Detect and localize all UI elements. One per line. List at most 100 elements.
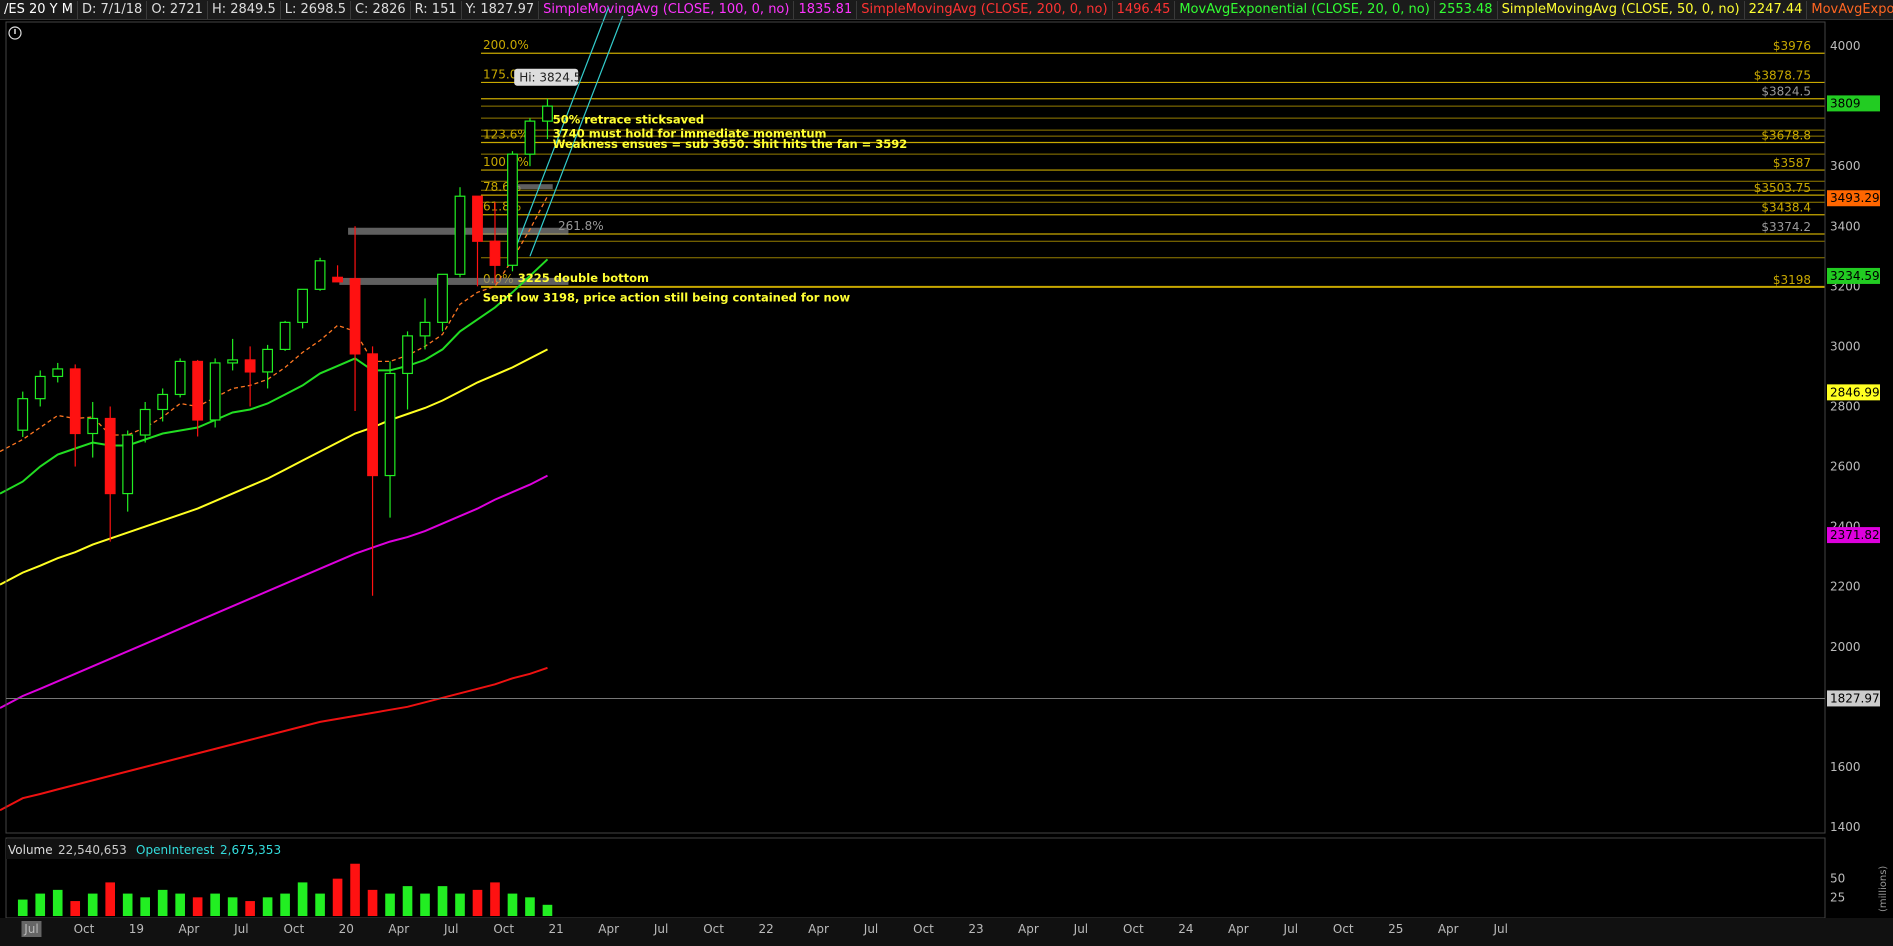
annotation-note: Weakness ensues = sub 3650. Shit hits th… — [553, 137, 908, 151]
volume-bar — [157, 889, 168, 916]
x-tick-label: Jul — [653, 922, 668, 936]
x-tick-label: Jul — [1492, 922, 1507, 936]
fib-pct-label: 123.6% — [483, 128, 529, 142]
volume-bar — [385, 893, 395, 916]
x-tick-label: Oct — [703, 922, 724, 936]
x-tick-label: Apr — [1228, 922, 1249, 936]
price-tag-label: 3493.29 — [1830, 191, 1880, 205]
volume-tick-label: 25 — [1830, 890, 1845, 904]
fib-price-label: $3374.2 — [1761, 220, 1811, 234]
volume-bar — [52, 889, 63, 916]
y-tick-label: 2200 — [1830, 580, 1861, 594]
volume-bar — [542, 904, 553, 916]
support-zone — [517, 184, 553, 190]
fib-price-label: $3587 — [1773, 156, 1811, 170]
x-tick-label: Jul — [23, 922, 38, 936]
y-tick-label: 4000 — [1830, 39, 1861, 53]
fib-price-label: $3503.75 — [1754, 181, 1811, 195]
volume-bar — [227, 897, 238, 916]
volume-bar — [105, 882, 116, 916]
x-tick-label: Oct — [283, 922, 304, 936]
volume-bar — [490, 882, 500, 916]
volume-label: Volume — [8, 843, 53, 857]
volume-bar — [122, 893, 133, 916]
x-tick-label: 21 — [549, 922, 564, 936]
x-tick-label: Jul — [1073, 922, 1088, 936]
volume-bar — [262, 897, 273, 916]
price-tag-label: 3809 — [1830, 96, 1861, 110]
x-tick-label: Oct — [1333, 922, 1354, 936]
y-tick-label: 3600 — [1830, 159, 1861, 173]
candle-up — [139, 408, 151, 436]
ma-line-2 — [0, 348, 548, 586]
volume-bar — [472, 889, 483, 916]
annotation-note: Sept low 3198, price action still being … — [483, 290, 851, 304]
candle-down — [332, 276, 343, 283]
candle-down — [472, 195, 483, 242]
volume-bar — [297, 882, 308, 916]
y-tick-label: 3400 — [1830, 219, 1861, 233]
volume-units-label: (millions) — [1878, 866, 1889, 912]
volume-bar — [140, 897, 150, 916]
x-tick-label: Apr — [179, 922, 200, 936]
candle-down — [244, 359, 256, 373]
annotation-note: 50% retrace sticksaved — [553, 113, 704, 127]
x-tick-label: Jul — [443, 922, 458, 936]
candle-up — [209, 362, 221, 421]
y-tick-label: 1400 — [1830, 820, 1861, 834]
candle-up — [542, 105, 553, 122]
fib-price-label: $3438.4 — [1761, 201, 1811, 215]
x-tick-label: 23 — [968, 922, 983, 936]
volume-bar — [525, 897, 535, 916]
x-tick-label: 20 — [339, 922, 354, 936]
x-tick-label: Apr — [388, 922, 409, 936]
fib-price-label: $3198 — [1773, 273, 1811, 287]
x-tick-label: Oct — [913, 922, 934, 936]
fib-pct-label: 200.0% — [483, 38, 529, 52]
fib-pct-label: 100.0% — [483, 155, 529, 169]
x-tick-label: 25 — [1388, 922, 1403, 936]
volume-bar — [35, 893, 46, 916]
candle-up — [227, 359, 239, 364]
candle-up — [279, 321, 291, 351]
volume-bar — [367, 889, 378, 916]
candle-up — [262, 348, 274, 373]
x-tick-label: Apr — [808, 922, 829, 936]
x-tick-label: Oct — [74, 922, 95, 936]
y-tick-label: 1600 — [1830, 760, 1861, 774]
x-tick-label: 22 — [758, 922, 773, 936]
volume-bar — [245, 901, 255, 916]
x-tick-label: Jul — [233, 922, 248, 936]
volume-bar — [350, 863, 360, 916]
price-tag-label: 2846.99 — [1830, 385, 1880, 399]
y-tick-label: 2600 — [1830, 460, 1861, 474]
volume-bar — [192, 897, 203, 916]
volume-bar — [507, 893, 518, 916]
x-tick-label: 24 — [1178, 922, 1193, 936]
candle-up — [122, 434, 134, 495]
x-tick-label: Oct — [1123, 922, 1144, 936]
candle-up — [507, 153, 518, 266]
volume-bar — [70, 901, 81, 916]
candle-up — [419, 321, 431, 337]
volume-bar — [402, 886, 413, 916]
candle-up — [314, 260, 326, 290]
price-chart[interactable]: 200.0% $3976175.0% $3878.75$3824.5123.6% $3… — [0, 0, 1893, 946]
candle-up — [87, 417, 99, 435]
x-tick-label: Apr — [1438, 922, 1459, 936]
y-tick-label: 2000 — [1830, 640, 1861, 654]
ma-line-1 — [0, 258, 549, 495]
volume-bar — [437, 886, 448, 916]
candle-up — [524, 120, 536, 155]
candle-up — [454, 195, 466, 275]
volume-bar — [17, 899, 28, 916]
candle-up — [52, 368, 64, 378]
fib-price-label: $3878.75 — [1754, 68, 1811, 82]
volume-bar — [332, 878, 343, 916]
annotation-note: 3225 double bottom — [518, 271, 649, 285]
price-tag-label: 1827.97 — [1830, 691, 1880, 705]
candle-down — [367, 353, 378, 477]
price-pane-frame — [5, 21, 1826, 834]
hi-label: Hi: 3824.5 — [519, 71, 581, 85]
x-tick-label: 19 — [129, 922, 144, 936]
